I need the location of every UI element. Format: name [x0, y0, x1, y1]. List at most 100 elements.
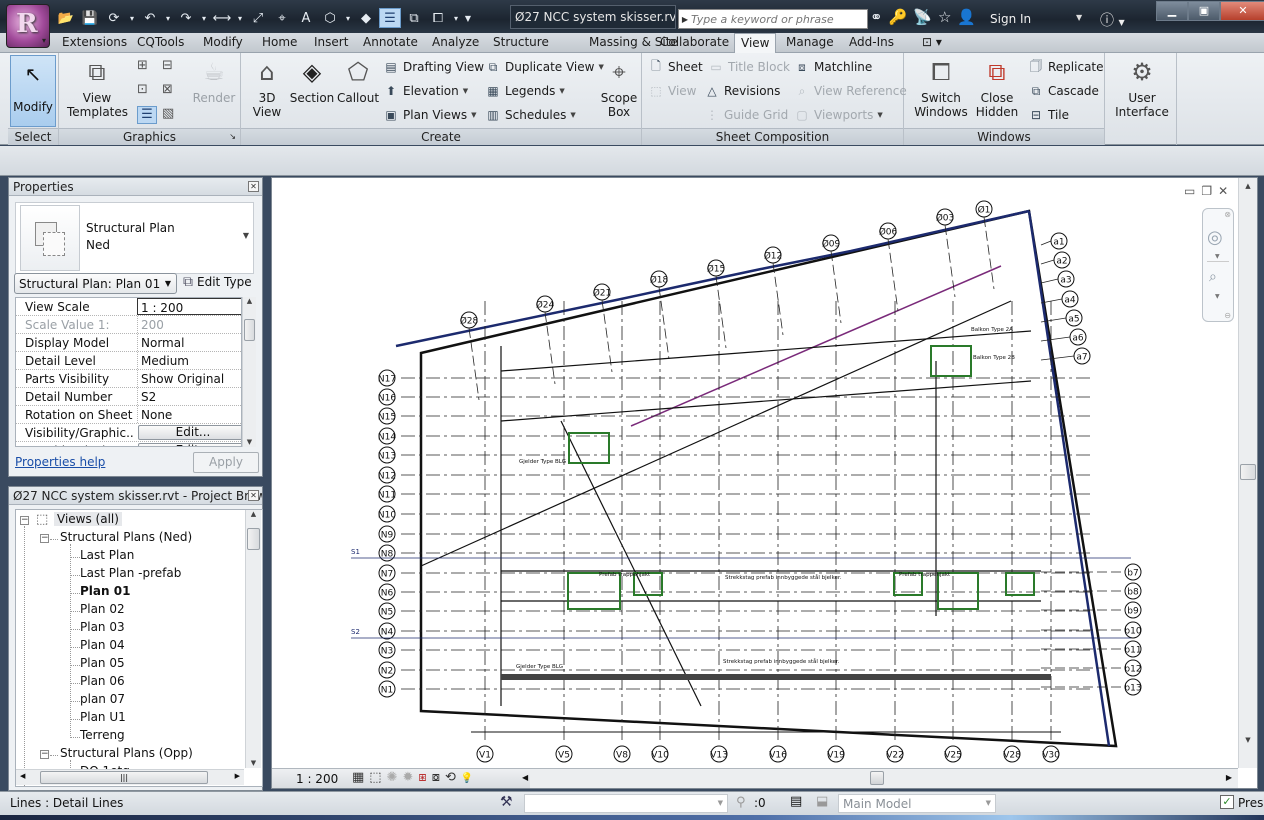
render-button[interactable]: ☕ Render — [189, 56, 239, 105]
floor-plan-drawing[interactable]: N17N16N15N14N13N12N11N10N9N8N7N6N5N4N3N2… — [272, 178, 1238, 768]
grid-b7-label[interactable]: b7 — [1127, 569, 1138, 579]
close-properties-icon[interactable]: ✕ — [248, 181, 259, 192]
save-icon[interactable]: 💾 — [79, 8, 101, 28]
grid-v19-label[interactable]: V19 — [827, 751, 845, 761]
grid-line[interactable] — [983, 216, 995, 290]
grid-a5-label[interactable]: a5 — [1068, 315, 1079, 325]
plan-view-window[interactable]: N17 N16 N15 N14 N13 N12 N11 N10 N9 N8 N7 N6 N5 N4 N3 N2… — [271, 177, 1258, 789]
grid-v10-label[interactable]: V10 — [651, 751, 669, 761]
prefab-stair-box[interactable] — [937, 572, 979, 610]
instance-filter-dropdown[interactable]: Structural Plan: Plan 01 ▼ — [14, 273, 177, 294]
open-icon[interactable]: 📂 — [55, 8, 77, 28]
navbar-options-icon[interactable]: ⊖ — [1224, 311, 1231, 320]
workset-dropdown[interactable]: ▼ — [524, 794, 728, 813]
elevation-button[interactable]: ⬆ Elevation ▼ — [383, 83, 468, 99]
sync-icon[interactable]: ⟳ — [103, 8, 125, 28]
switch-windows-icon[interactable]: ⧠ — [427, 8, 449, 28]
grid-n14-label[interactable]: N14 — [378, 433, 396, 443]
grid-line[interactable] — [944, 224, 956, 298]
grid-n9-label[interactable]: N9 — [381, 531, 394, 541]
grid-a7-label[interactable]: a7 — [1076, 353, 1087, 363]
user-interface-button[interactable]: ⚙ User Interface — [1111, 56, 1173, 119]
scroll-up-icon[interactable]: ▲ — [1239, 182, 1257, 190]
grid-n11-label[interactable]: N11 — [378, 491, 396, 501]
annotation-text[interactable]: Prefab trappehjakt — [599, 572, 651, 578]
grid-n3-label[interactable]: N3 — [381, 647, 393, 657]
grid-v16-label[interactable]: V16 — [769, 751, 787, 761]
tab-insert[interactable]: Insert — [308, 35, 354, 49]
detail-level-icon[interactable]: ▦ — [352, 770, 369, 785]
star-icon[interactable]: ☆ — [938, 8, 951, 26]
scroll-down-icon[interactable]: ▼ — [243, 438, 256, 446]
close-button[interactable]: ✕ — [1220, 1, 1264, 21]
scroll-up-icon[interactable]: ▲ — [246, 510, 261, 518]
filters-icon[interactable]: ⊟ — [162, 58, 180, 76]
property-value[interactable]: S2 — [137, 388, 241, 405]
grid-v28-label[interactable]: V28 — [1003, 751, 1021, 761]
tab-add-ins[interactable]: Add-Ins — [843, 35, 900, 49]
beam-band[interactable] — [501, 674, 1051, 680]
schedules-button[interactable]: ▥ Schedules ▼ — [485, 107, 575, 123]
close-browser-icon[interactable]: ✕ — [248, 490, 259, 501]
grid-n2-label[interactable]: N2 — [381, 667, 393, 677]
collapse-toggle[interactable]: − — [20, 516, 29, 525]
section-mark-label[interactable]: S2 — [351, 628, 360, 636]
aligned-dimension-icon[interactable]: ⤢ — [247, 8, 269, 28]
tree-group[interactable]: Structural Plans (Opp) — [60, 746, 193, 760]
annotation-text[interactable]: Gjelder Type BLG — [516, 664, 563, 670]
plan-views-button[interactable]: ▣ Plan Views ▼ — [383, 107, 476, 123]
type-dropdown-icon[interactable]: ▼ — [243, 231, 249, 240]
facade-line[interactable] — [395, 209, 1030, 348]
edit-type-button[interactable]: ⧉ Edit Type — [183, 274, 252, 290]
tree-item-view[interactable]: Last Plan -prefab — [80, 566, 181, 580]
customize-qat-icon[interactable]: ▼ — [463, 8, 473, 28]
switch-windows-button[interactable]: ⧠ Switch Windows — [912, 56, 970, 119]
tab-structure[interactable]: Structure — [487, 35, 555, 49]
grid-ø1-label[interactable]: Ø1 — [978, 205, 991, 216]
view-restore-icon[interactable]: ❐ — [1201, 184, 1212, 198]
filter-icon[interactable]: ⚲ — [736, 795, 746, 810]
annotation-text[interactable]: Strekkstag prefab innbyggede stål bjelke… — [725, 574, 842, 581]
dropdown-icon[interactable]: ▾ — [163, 8, 173, 28]
search-expand-icon[interactable]: ▶ — [679, 15, 691, 24]
steering-wheel-2d-icon[interactable]: ◎ — [1207, 227, 1223, 248]
grid-b8-label[interactable]: b8 — [1127, 588, 1139, 598]
property-value[interactable]: Show Original — [137, 370, 241, 387]
show-hidden-lines-icon[interactable]: ⊠ — [162, 82, 180, 100]
dropdown-icon[interactable]: ▾ — [199, 8, 209, 28]
binoculars-icon[interactable]: ⚭ — [870, 8, 883, 26]
tab-manage[interactable]: Manage — [780, 35, 840, 49]
grid-line[interactable] — [1040, 240, 1052, 246]
tree-item-view[interactable]: Plan 04 — [80, 638, 125, 652]
grid-line[interactable] — [1040, 259, 1055, 265]
scroll-right-icon[interactable]: ▶ — [1226, 773, 1232, 782]
prefab-stair-box[interactable] — [567, 572, 621, 610]
grid-line[interactable] — [1040, 278, 1059, 284]
filter-view-icon[interactable]: ⊡ — [137, 82, 155, 100]
grid-b12-label[interactable]: b12 — [1124, 665, 1141, 675]
tag-icon[interactable]: ⌖ — [271, 8, 293, 28]
collapse-toggle[interactable]: − — [40, 750, 49, 759]
grid-b13-label[interactable]: b13 — [1124, 684, 1141, 694]
tab-modify[interactable]: Modify — [197, 35, 249, 49]
grid-n1-label[interactable]: N1 — [381, 686, 393, 696]
view-minimize-icon[interactable]: ▭ — [1184, 184, 1195, 198]
scroll-left-icon[interactable]: ◀ — [522, 773, 528, 782]
grid-ø18-label[interactable]: Ø18 — [650, 275, 669, 286]
scroll-thumb[interactable] — [247, 528, 260, 550]
section-icon[interactable]: ◆ — [355, 8, 377, 28]
undo-icon[interactable]: ↶ — [139, 8, 161, 28]
thin-lines-icon[interactable]: ☰ — [379, 8, 401, 28]
key-icon[interactable]: 🔑 — [889, 8, 908, 26]
dropdown-icon[interactable]: ▾ — [451, 8, 461, 28]
scroll-down-icon[interactable]: ▼ — [246, 759, 261, 767]
tree-item-view[interactable]: Plan U1 — [80, 710, 126, 724]
annotation-text[interactable]: Strekkstag prefab innbyggede stål bjelke… — [723, 658, 840, 665]
press-drag-checkbox[interactable]: ✓ — [1220, 795, 1234, 809]
view-vscrollbar[interactable]: ▲ ▼ — [1238, 178, 1257, 768]
grid-ø28-label[interactable]: Ø28 — [460, 316, 479, 327]
navbar-close-icon[interactable]: ⊗ — [1224, 210, 1231, 219]
property-value[interactable]: Normal — [137, 334, 241, 351]
property-edit-button[interactable]: Edit... — [138, 443, 241, 446]
grid-ø03-label[interactable]: Ø03 — [936, 213, 955, 224]
